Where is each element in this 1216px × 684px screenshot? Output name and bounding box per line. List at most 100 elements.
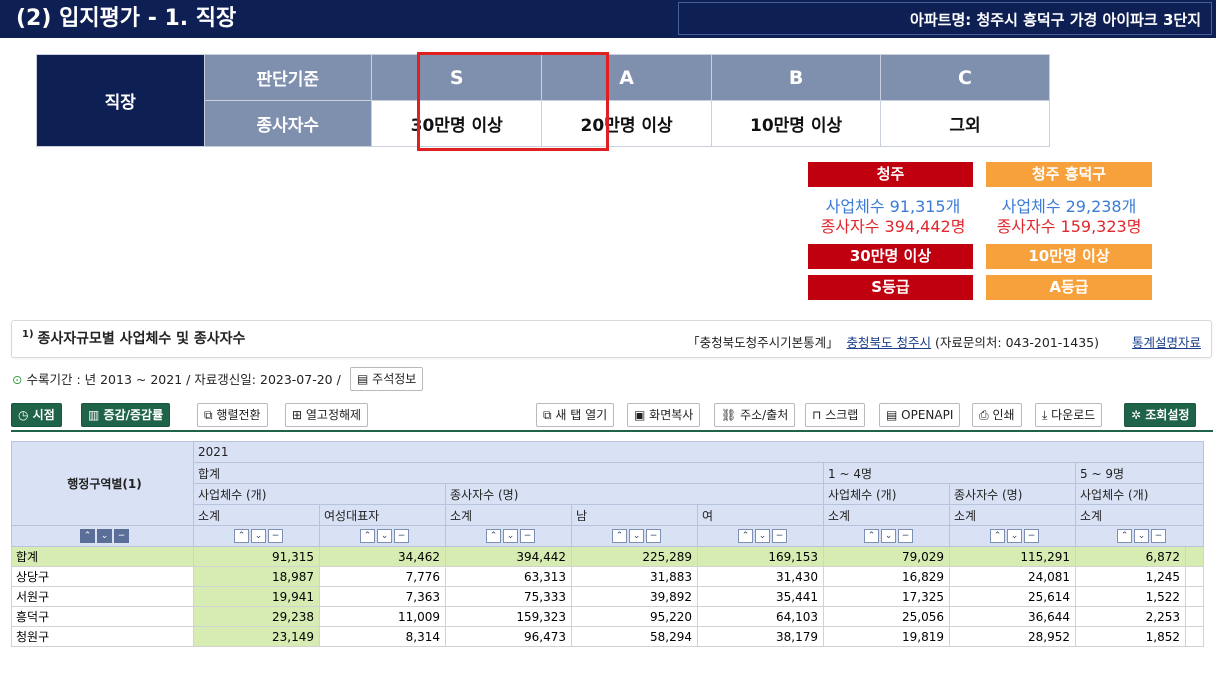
sort-down-icon[interactable]: ⌄ <box>629 529 644 544</box>
collapse-icon[interactable]: − <box>898 529 913 544</box>
cell: 17,325 <box>823 586 950 607</box>
sort-down-icon[interactable]: ⌄ <box>377 529 392 544</box>
sort-down-icon[interactable]: ⌄ <box>251 529 266 544</box>
collapse-icon[interactable]: − <box>1024 529 1039 544</box>
row-name: 청원구 <box>11 626 194 647</box>
sort-down-icon[interactable]: ⌄ <box>755 529 770 544</box>
heungdeok-label: 청주 흥덕구 <box>986 162 1152 187</box>
sort-up-icon[interactable]: ⌃ <box>486 529 501 544</box>
sort-up-icon[interactable]: ⌃ <box>1117 529 1132 544</box>
sort-up-icon[interactable]: ⌃ <box>990 529 1005 544</box>
sort-down-icon[interactable]: ⌄ <box>1007 529 1022 544</box>
cell: 39,892 <box>571 586 698 607</box>
collapse-icon[interactable]: − <box>394 529 409 544</box>
sort-down-icon[interactable]: ⌄ <box>97 529 112 544</box>
table-row: 상당구 18,987 7,776 63,313 31,883 31,430 16… <box>11 566 1204 587</box>
cell: 29,238 <box>193 606 320 627</box>
cheongju-grade: S등급 <box>808 275 973 300</box>
sort-up-icon[interactable]: ⌃ <box>80 529 95 544</box>
cell: 1,245 <box>1075 566 1186 587</box>
row-name: 흥덕구 <box>11 606 194 627</box>
subtotal-header: 소계 <box>445 504 572 526</box>
cell: 25,056 <box>823 606 950 627</box>
change-rate-button[interactable]: ▥ 증감/증감률 <box>81 403 171 427</box>
cell-spacer <box>1185 546 1204 567</box>
cell: 25,614 <box>949 586 1076 607</box>
collapse-icon[interactable]: − <box>268 529 283 544</box>
cell: 7,776 <box>319 566 446 587</box>
sort-up-icon[interactable]: ⌃ <box>864 529 879 544</box>
sort-up-icon[interactable]: ⌃ <box>612 529 627 544</box>
female-rep-header: 여성대표자 <box>319 504 446 526</box>
header-bar: (2) 입지평가 - 1. 직장 아파트명: 청주시 흥덕구 가경 아이파크 3… <box>0 0 1216 38</box>
screen-copy-label: 화면복사 <box>649 408 694 422</box>
unfreeze-label: 열고정해제 <box>305 408 362 422</box>
collapse-icon[interactable]: − <box>646 529 661 544</box>
source-contact: (자료문의처: 043-201-1435) <box>931 335 1099 350</box>
period-icon: ⊙ <box>12 372 23 387</box>
sort-down-icon[interactable]: ⌄ <box>881 529 896 544</box>
heungdeok-biz: 사업체수 29,238개 <box>1001 197 1137 216</box>
sort-up-icon[interactable]: ⌃ <box>360 529 375 544</box>
api-icon: ▤ <box>886 408 898 422</box>
stat-section-header: 1) 종사자규모별 사업체수 및 종사자수 「충청북도청주시기본통계」 충청북도 … <box>11 320 1212 358</box>
highlight-box-s <box>417 52 609 151</box>
cell: 225,289 <box>571 546 698 567</box>
cell: 394,442 <box>445 546 572 567</box>
data-table: 행정구역별(1) 2021 합계 1 ~ 4명 5 ~ 9명 사업체수 (개) … <box>11 441 1204 647</box>
cell-spacer <box>1185 606 1204 627</box>
sort-down-icon[interactable]: ⌄ <box>503 529 518 544</box>
cheongju-biz: 사업체수 91,315개 <box>825 197 961 216</box>
table-body: 합계 91,315 34,462 394,442 225,289 169,153… <box>11 546 1204 647</box>
collapse-icon[interactable]: − <box>772 529 787 544</box>
sort-up-icon[interactable]: ⌃ <box>738 529 753 544</box>
unfreeze-columns-button[interactable]: ⊞ 열고정해제 <box>285 403 369 427</box>
new-tab-icon: ⧉ <box>543 408 552 422</box>
cell: 24,081 <box>949 566 1076 587</box>
cell: 23,149 <box>193 626 320 647</box>
grade-table: 직장 판단기준 S A B C 종사자수 30만명 이상 20만명 이상 10만… <box>36 54 1216 147</box>
collapse-icon[interactable]: − <box>520 529 535 544</box>
heungdeok-workers: 종사자수 159,323명 <box>996 217 1142 236</box>
cell: 7,363 <box>319 586 446 607</box>
download-button[interactable]: ⤓ 다운로드 <box>1035 403 1103 427</box>
collapse-icon[interactable]: − <box>1151 529 1166 544</box>
female-header: 여 <box>697 504 824 526</box>
address-source-button[interactable]: ⛓ 주소/출처 <box>714 403 796 427</box>
openapi-button[interactable]: ▤ OPENAPI <box>879 403 961 427</box>
group-5-9-header: 5 ~ 9명 <box>1075 462 1204 484</box>
unfreeze-icon: ⊞ <box>292 408 303 422</box>
scrap-button[interactable]: ⊓ 스크랩 <box>805 403 866 427</box>
print-button[interactable]: ⎙ 인쇄 <box>972 403 1022 427</box>
new-tab-button[interactable]: ⧉ 새 탭 열기 <box>536 403 615 427</box>
cell: 91,315 <box>193 546 320 567</box>
screen-copy-button[interactable]: ▣ 화면복사 <box>627 403 701 427</box>
gear-icon: ✲ <box>1131 408 1142 422</box>
change-rate-label: 증감/증감률 <box>103 408 164 422</box>
col-sort-controls: ⌃ ⌄ − <box>697 525 824 547</box>
cell-spacer <box>1185 566 1204 587</box>
note-info-button[interactable]: ▤ 주석정보 <box>350 367 424 391</box>
time-point-button[interactable]: ◷ 시점 <box>11 403 62 427</box>
chart-icon: ▥ <box>88 408 100 422</box>
bookmark-icon: ⊓ <box>812 408 822 422</box>
stat-description-link[interactable]: 통계설명자료 <box>1132 332 1201 351</box>
cell: 159,323 <box>445 606 572 627</box>
print-label: 인쇄 <box>992 408 1015 422</box>
new-tab-label: 새 탭 열기 <box>555 408 608 422</box>
subtotal-header: 소계 <box>949 504 1076 526</box>
row-sort-controls: ⌃ ⌄ − <box>11 525 194 547</box>
cell: 63,313 <box>445 566 572 587</box>
query-settings-button[interactable]: ✲ 조회설정 <box>1124 403 1197 427</box>
cell: 79,029 <box>823 546 950 567</box>
sort-up-icon[interactable]: ⌃ <box>234 529 249 544</box>
biz-count-header: 사업체수 (개) <box>193 483 446 505</box>
download-label: 다운로드 <box>1051 408 1096 422</box>
source-org-link[interactable]: 충청북도 청주시 <box>847 335 931 350</box>
cell: 8,314 <box>319 626 446 647</box>
stat-title: 1) 종사자규모별 사업체수 및 종사자수 <box>22 328 245 348</box>
collapse-icon[interactable]: − <box>114 529 129 544</box>
apartment-name: 아파트명: 청주시 흥덕구 가경 아이파크 3단지 <box>910 11 1201 29</box>
transpose-button[interactable]: ⧉ 행렬전환 <box>197 403 268 427</box>
sort-down-icon[interactable]: ⌄ <box>1134 529 1149 544</box>
